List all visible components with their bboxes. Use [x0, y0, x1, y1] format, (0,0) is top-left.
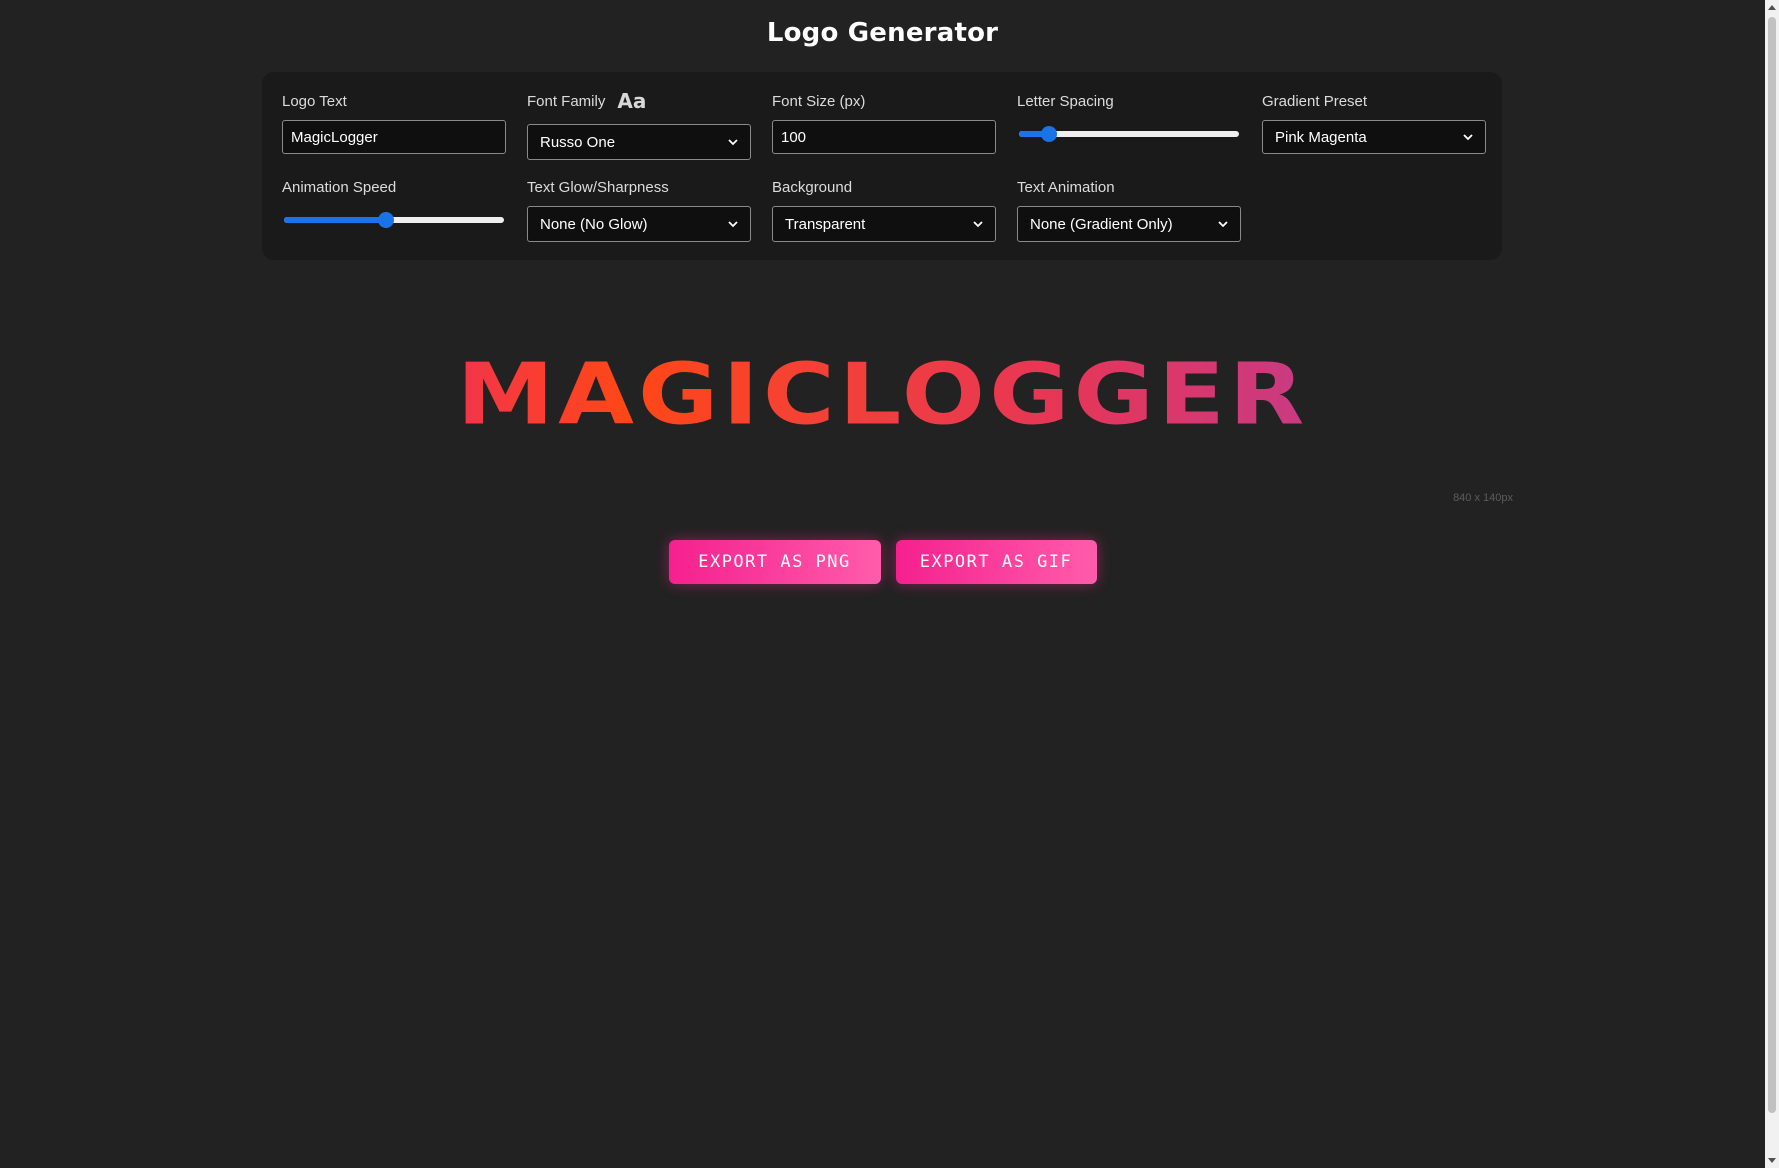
gradient-preset-label: Gradient Preset [1262, 93, 1368, 110]
letter-spacing-label: Letter Spacing [1017, 93, 1114, 110]
font-family-label: Font Family [527, 93, 606, 110]
background-selected-value: Transparent [785, 215, 866, 233]
logo-text-field-group: Logo Text [282, 92, 506, 154]
chevron-down-icon [1218, 221, 1228, 228]
export-png-button[interactable]: Export as PNG [668, 540, 881, 584]
logo-preview-canvas: MagicLogger [0, 330, 1765, 460]
font-size-input[interactable] [772, 120, 996, 154]
text-glow-selected-value: None (No Glow) [540, 215, 648, 233]
font-aa-icon: Aa [617, 89, 647, 113]
font-size-field-group: Font Size (px) [772, 92, 996, 154]
page-title: Logo Generator [766, 18, 999, 48]
animation-speed-slider[interactable] [284, 212, 504, 228]
text-animation-field-group: Text Animation None (Gradient Only) [1017, 178, 1241, 242]
animation-speed-label: Animation Speed [282, 179, 397, 196]
text-glow-label: Text Glow/Sharpness [527, 179, 669, 196]
font-family-selected-value: Russo One [540, 133, 616, 151]
letter-spacing-slider[interactable] [1019, 126, 1239, 142]
export-actions: Export as PNG Export as GIF [0, 540, 1765, 584]
slider-thumb[interactable] [377, 212, 394, 228]
controls-panel: Logo Text Font Family Aa Russo One Font … [262, 72, 1502, 260]
canvas-dimensions-label: 840 x 140px [1453, 492, 1513, 504]
chevron-down-icon [728, 221, 738, 228]
text-animation-select[interactable]: None (Gradient Only) [1017, 206, 1241, 242]
text-animation-selected-value: None (Gradient Only) [1030, 215, 1173, 233]
chevron-down-icon [973, 221, 983, 228]
vertical-scrollbar[interactable] [1765, 0, 1779, 1168]
font-size-label: Font Size (px) [772, 93, 866, 110]
background-field-group: Background Transparent [772, 178, 996, 242]
scrollbar-thumb[interactable] [1768, 17, 1776, 1113]
logo-text-label: Logo Text [282, 93, 347, 110]
gradient-preset-selected-value: Pink Magenta [1275, 128, 1367, 146]
background-label: Background [772, 179, 853, 196]
scroll-down-arrow-icon[interactable] [1768, 1158, 1776, 1163]
animation-speed-field-group: Animation Speed [282, 178, 506, 228]
chevron-down-icon [728, 139, 738, 146]
chevron-down-icon [1463, 134, 1473, 141]
font-family-field-group: Font Family Aa Russo One [527, 89, 751, 160]
background-select[interactable]: Transparent [772, 206, 996, 242]
letter-spacing-field-group: Letter Spacing [1017, 92, 1241, 142]
export-gif-button[interactable]: Export as GIF [895, 540, 1097, 584]
logo-preview-text: MagicLogger [457, 339, 1309, 451]
gradient-preset-field-group: Gradient Preset Pink Magenta [1262, 92, 1486, 154]
font-family-label-row: Font Family Aa [527, 89, 751, 113]
scroll-up-arrow-icon[interactable] [1768, 5, 1776, 10]
text-animation-label: Text Animation [1017, 179, 1115, 196]
font-family-select[interactable]: Russo One [527, 124, 751, 160]
slider-thumb[interactable] [1041, 126, 1058, 142]
gradient-preset-select[interactable]: Pink Magenta [1262, 120, 1486, 154]
text-glow-field-group: Text Glow/Sharpness None (No Glow) [527, 178, 751, 242]
logo-text-input[interactable] [282, 120, 506, 154]
slider-fill [284, 217, 386, 223]
text-glow-select[interactable]: None (No Glow) [527, 206, 751, 242]
